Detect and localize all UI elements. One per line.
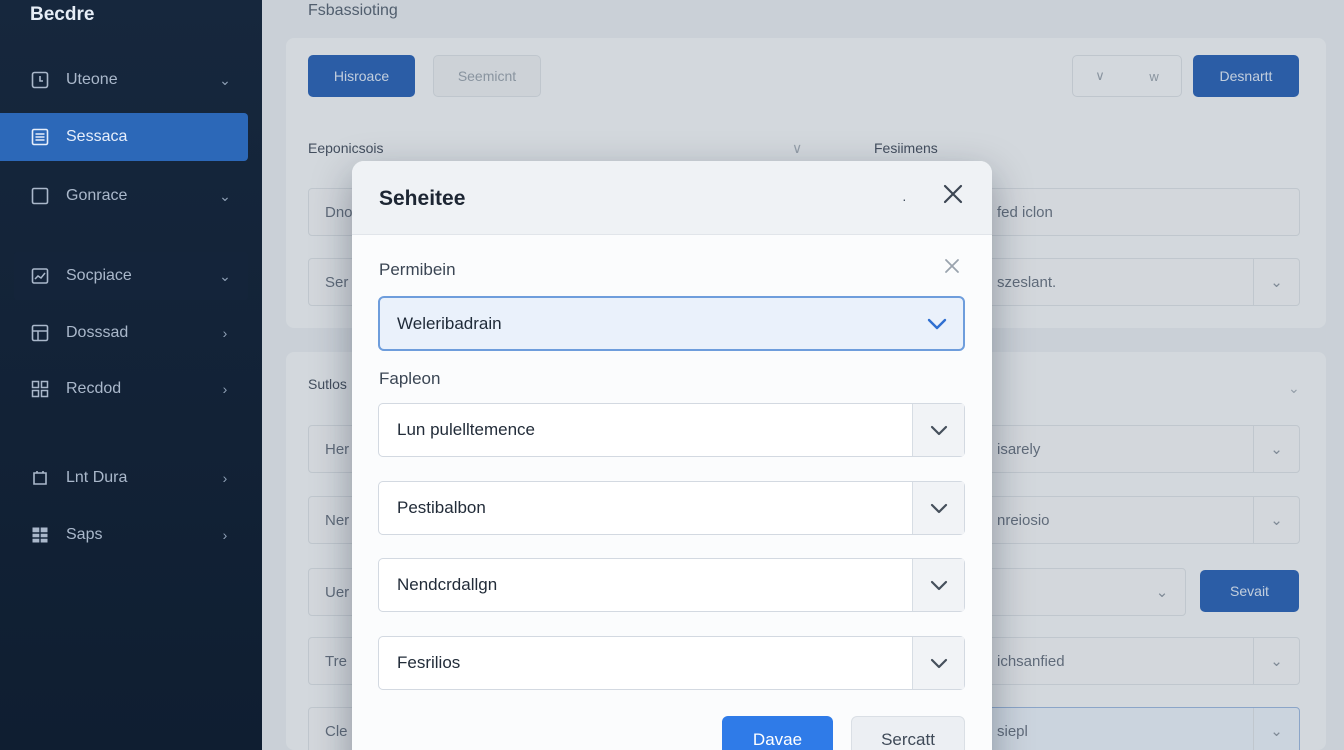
sidebar-item-label: Uteone	[66, 71, 118, 88]
modal-header: Seheitee ·	[352, 161, 992, 235]
app-brand: Becdre	[30, 4, 95, 25]
clock-icon	[30, 70, 50, 90]
option-select-value: Lun pulelltemence	[397, 420, 535, 439]
sidebar-item-label: Recdod	[66, 380, 122, 397]
clear-button[interactable]	[942, 258, 962, 278]
option-select-value: Fesrilios	[397, 653, 461, 672]
chart-icon	[30, 266, 50, 286]
chevron-right-icon: ›	[222, 527, 228, 543]
chevron-right-icon: ›	[222, 381, 228, 397]
list-icon	[30, 127, 50, 147]
square-icon	[30, 186, 50, 206]
cancel-button[interactable]: Sercatt	[851, 716, 965, 750]
sidebar-item-label: Saps	[66, 526, 103, 543]
sidebar-item-label: Dosssad	[66, 324, 129, 341]
field2-label: Fapleon	[379, 369, 441, 388]
sidebar-item-gonrace[interactable]: Gonrace ⌄	[14, 172, 248, 220]
modal-dialog: Seheitee · Permibein Weleribadrain Faple…	[352, 161, 992, 750]
chevron-down-icon: ⌄	[219, 71, 231, 88]
sidebar-item-sessaca[interactable]: Sessaca	[0, 113, 248, 161]
chevron-down-icon	[912, 404, 964, 456]
chevron-right-icon: ›	[222, 325, 228, 341]
chevron-right-icon: ›	[222, 470, 228, 486]
apps-icon	[30, 379, 50, 399]
sidebar-item-recdod[interactable]: Recdod ›	[14, 365, 248, 413]
option-select[interactable]: Fesrilios	[378, 636, 965, 690]
sidebar-item-label: Socpiace	[66, 267, 132, 284]
grid-icon	[30, 323, 50, 343]
option-select-value: Pestibalbon	[397, 498, 486, 517]
modal-title: Seheitee	[379, 187, 466, 210]
close-icon	[944, 258, 960, 279]
sidebar: Becdre Uteone ⌄ Sessaca Gonrace ⌄ Socpia…	[0, 0, 262, 750]
table-icon	[30, 525, 50, 545]
chevron-down-icon: ⌄	[219, 267, 231, 284]
box-icon	[30, 468, 50, 488]
option-select[interactable]: Nendcrdallgn	[378, 558, 965, 612]
sidebar-item-dosssad[interactable]: Dosssad ›	[14, 309, 248, 357]
primary-select[interactable]: Weleribadrain	[378, 296, 965, 351]
close-icon	[943, 184, 963, 209]
sidebar-item-label: Sessaca	[66, 128, 128, 145]
save-button[interactable]: Davae	[722, 716, 833, 750]
sidebar-item-socpiace[interactable]: Socpiace ⌄	[14, 252, 248, 300]
option-select[interactable]: Pestibalbon	[378, 481, 965, 535]
chevron-down-icon: ⌄	[219, 187, 231, 204]
close-button[interactable]	[938, 181, 968, 211]
header-dot: ·	[902, 191, 907, 207]
chevron-down-icon	[925, 313, 949, 335]
sidebar-item-label: Lnt Dura	[66, 469, 128, 486]
sidebar-item-lnt-dura[interactable]: Lnt Dura ›	[14, 454, 248, 502]
option-select-value: Nendcrdallgn	[397, 575, 498, 594]
field1-label: Permibein	[379, 260, 456, 279]
chevron-down-icon	[912, 637, 964, 689]
option-select[interactable]: Lun pulelltemence	[378, 403, 965, 457]
chevron-down-icon	[912, 559, 964, 611]
chevron-down-icon	[912, 482, 964, 534]
primary-select-value: Weleribadrain	[397, 313, 502, 333]
sidebar-item-uteone[interactable]: Uteone ⌄	[14, 56, 248, 104]
sidebar-item-saps[interactable]: Saps ›	[14, 511, 248, 559]
sidebar-item-label: Gonrace	[66, 187, 128, 204]
